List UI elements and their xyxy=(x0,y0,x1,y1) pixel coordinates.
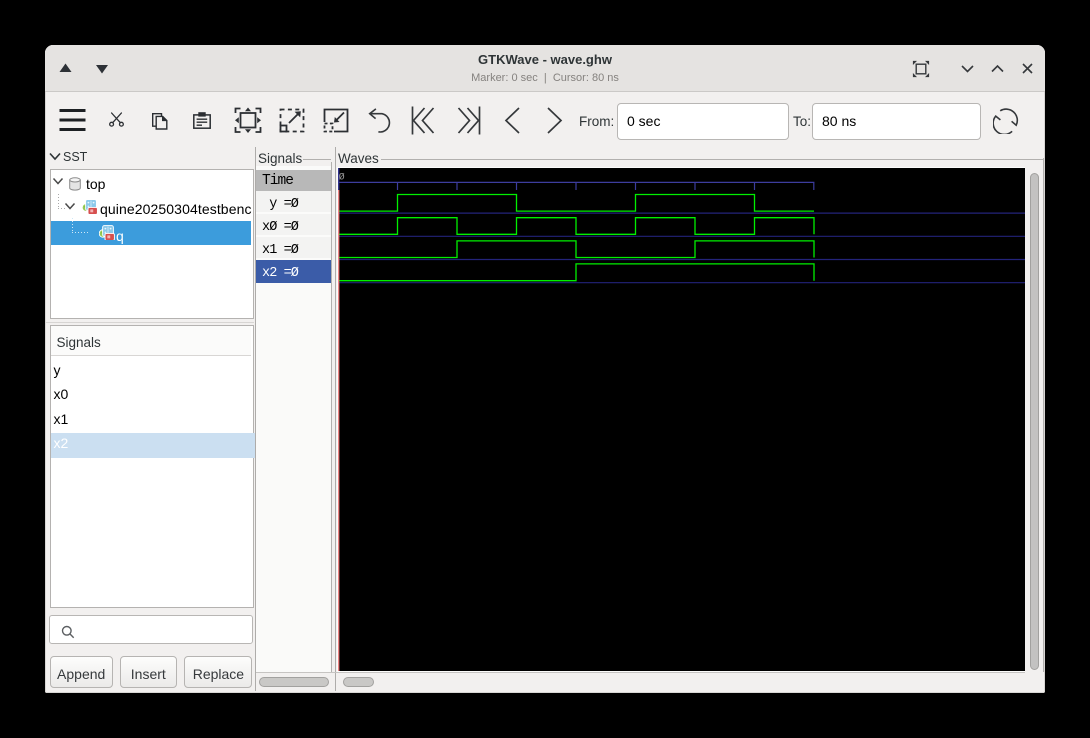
svg-text:Ø: Ø xyxy=(339,172,345,183)
